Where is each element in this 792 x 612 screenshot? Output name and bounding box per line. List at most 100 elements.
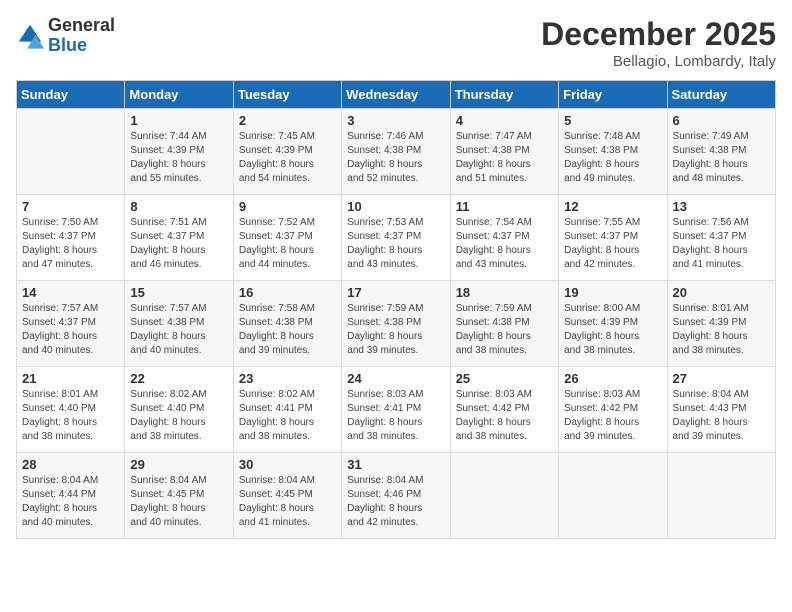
day-info: Sunrise: 8:03 AMSunset: 4:42 PMDaylight:…	[564, 388, 661, 444]
day-number: 24	[347, 371, 444, 386]
day-info: Sunrise: 7:56 AMSunset: 4:37 PMDaylight:…	[673, 216, 770, 272]
calendar-cell: 25 Sunrise: 8:03 AMSunset: 4:42 PMDayligh…	[450, 367, 558, 453]
header-row: SundayMondayTuesdayWednesdayThursdayFrid…	[17, 81, 776, 109]
calendar-cell: 4 Sunrise: 7:47 AMSunset: 4:38 PMDaylight…	[450, 109, 558, 195]
calendar-cell: 30 Sunrise: 8:04 AMSunset: 4:45 PMDayligh…	[233, 453, 341, 539]
calendar-cell: 3 Sunrise: 7:46 AMSunset: 4:38 PMDaylight…	[342, 109, 450, 195]
calendar-cell: 1 Sunrise: 7:44 AMSunset: 4:39 PMDaylight…	[125, 109, 233, 195]
day-number: 18	[456, 285, 553, 300]
calendar-cell: 9 Sunrise: 7:52 AMSunset: 4:37 PMDaylight…	[233, 195, 341, 281]
day-number: 30	[239, 457, 336, 472]
calendar-cell: 6 Sunrise: 7:49 AMSunset: 4:38 PMDaylight…	[667, 109, 775, 195]
day-info: Sunrise: 7:52 AMSunset: 4:37 PMDaylight:…	[239, 216, 336, 272]
calendar-cell	[667, 453, 775, 539]
day-number: 19	[564, 285, 661, 300]
day-number: 12	[564, 199, 661, 214]
day-number: 22	[130, 371, 227, 386]
day-info: Sunrise: 7:55 AMSunset: 4:37 PMDaylight:…	[564, 216, 661, 272]
logo-text: General Blue	[48, 16, 115, 56]
calendar-cell: 17Sunrise: 7:59 AMSunset: 4:38 PMDayligh…	[342, 281, 450, 367]
day-number: 29	[130, 457, 227, 472]
calendar-cell: 27 Sunrise: 8:04 AMSunset: 4:43 PMDayligh…	[667, 367, 775, 453]
day-info: Sunrise: 7:49 AMSunset: 4:38 PMDaylight:…	[673, 130, 770, 186]
logo-general-text: General	[48, 16, 115, 36]
day-info: Sunrise: 8:02 AMSunset: 4:40 PMDaylight:…	[130, 388, 227, 444]
calendar-cell: 18 Sunrise: 7:59 AMSunset: 4:38 PMDayligh…	[450, 281, 558, 367]
calendar-cell: 12 Sunrise: 7:55 AMSunset: 4:37 PMDayligh…	[559, 195, 667, 281]
calendar-cell	[450, 453, 558, 539]
calendar-cell: 29Sunrise: 8:04 AMSunset: 4:45 PMDayligh…	[125, 453, 233, 539]
day-number: 4	[456, 113, 553, 128]
day-info: Sunrise: 7:45 AMSunset: 4:39 PMDaylight:…	[239, 130, 336, 186]
day-info: Sunrise: 7:54 AMSunset: 4:37 PMDaylight:…	[456, 216, 553, 272]
day-info: Sunrise: 7:46 AMSunset: 4:38 PMDaylight:…	[347, 130, 444, 186]
day-number: 20	[673, 285, 770, 300]
day-number: 5	[564, 113, 661, 128]
header-day: Wednesday	[342, 81, 450, 109]
day-info: Sunrise: 8:04 AMSunset: 4:43 PMDaylight:…	[673, 388, 770, 444]
day-number: 8	[130, 199, 227, 214]
day-info: Sunrise: 7:59 AMSunset: 4:38 PMDaylight:…	[456, 302, 553, 358]
day-number: 13	[673, 199, 770, 214]
day-number: 3	[347, 113, 444, 128]
day-number: 9	[239, 199, 336, 214]
day-number: 31	[347, 457, 444, 472]
day-info: Sunrise: 8:02 AMSunset: 4:41 PMDaylight:…	[239, 388, 336, 444]
day-info: Sunrise: 7:57 AMSunset: 4:37 PMDaylight:…	[22, 302, 119, 358]
calendar-cell: 5Sunrise: 7:48 AMSunset: 4:38 PMDaylight…	[559, 109, 667, 195]
calendar-cell: 14 Sunrise: 7:57 AMSunset: 4:37 PMDayligh…	[17, 281, 125, 367]
calendar-cell: 7Sunrise: 7:50 AMSunset: 4:37 PMDaylight…	[17, 195, 125, 281]
calendar-table: SundayMondayTuesdayWednesdayThursdayFrid…	[16, 80, 776, 539]
day-info: Sunrise: 7:53 AMSunset: 4:37 PMDaylight:…	[347, 216, 444, 272]
day-number: 15	[130, 285, 227, 300]
calendar-week-row: 14 Sunrise: 7:57 AMSunset: 4:37 PMDayligh…	[17, 281, 776, 367]
calendar-week-row: 1 Sunrise: 7:44 AMSunset: 4:39 PMDaylight…	[17, 109, 776, 195]
calendar-cell: 2 Sunrise: 7:45 AMSunset: 4:39 PMDaylight…	[233, 109, 341, 195]
logo-icon	[16, 22, 44, 50]
day-number: 25	[456, 371, 553, 386]
day-info: Sunrise: 7:57 AMSunset: 4:38 PMDaylight:…	[130, 302, 227, 358]
day-info: Sunrise: 7:51 AMSunset: 4:37 PMDaylight:…	[130, 216, 227, 272]
calendar-cell: 8 Sunrise: 7:51 AMSunset: 4:37 PMDaylight…	[125, 195, 233, 281]
calendar-cell: 21Sunrise: 8:01 AMSunset: 4:40 PMDayligh…	[17, 367, 125, 453]
header-day: Thursday	[450, 81, 558, 109]
day-info: Sunrise: 8:04 AMSunset: 4:46 PMDaylight:…	[347, 474, 444, 530]
day-info: Sunrise: 8:00 AMSunset: 4:39 PMDaylight:…	[564, 302, 661, 358]
calendar-week-row: 28Sunrise: 8:04 AMSunset: 4:44 PMDayligh…	[17, 453, 776, 539]
day-number: 23	[239, 371, 336, 386]
logo: General Blue	[16, 16, 115, 56]
day-info: Sunrise: 7:58 AMSunset: 4:38 PMDaylight:…	[239, 302, 336, 358]
header-day: Monday	[125, 81, 233, 109]
calendar-cell: 26Sunrise: 8:03 AMSunset: 4:42 PMDayligh…	[559, 367, 667, 453]
calendar-cell: 23 Sunrise: 8:02 AMSunset: 4:41 PMDayligh…	[233, 367, 341, 453]
day-info: Sunrise: 8:03 AMSunset: 4:42 PMDaylight:…	[456, 388, 553, 444]
day-info: Sunrise: 8:04 AMSunset: 4:44 PMDaylight:…	[22, 474, 119, 530]
day-info: Sunrise: 8:04 AMSunset: 4:45 PMDaylight:…	[239, 474, 336, 530]
day-number: 17	[347, 285, 444, 300]
logo-blue-text: Blue	[48, 36, 115, 56]
location: Bellagio, Lombardy, Italy	[541, 53, 776, 70]
calendar-cell: 24Sunrise: 8:03 AMSunset: 4:41 PMDayligh…	[342, 367, 450, 453]
day-info: Sunrise: 7:47 AMSunset: 4:38 PMDaylight:…	[456, 130, 553, 186]
day-number: 6	[673, 113, 770, 128]
header-day: Saturday	[667, 81, 775, 109]
day-number: 27	[673, 371, 770, 386]
page-header: General Blue December 2025 Bellagio, Lom…	[16, 16, 776, 70]
day-number: 14	[22, 285, 119, 300]
day-number: 10	[347, 199, 444, 214]
day-number: 2	[239, 113, 336, 128]
day-number: 21	[22, 371, 119, 386]
calendar-cell: 16Sunrise: 7:58 AMSunset: 4:38 PMDayligh…	[233, 281, 341, 367]
calendar-week-row: 7Sunrise: 7:50 AMSunset: 4:37 PMDaylight…	[17, 195, 776, 281]
calendar-cell	[17, 109, 125, 195]
day-info: Sunrise: 7:50 AMSunset: 4:37 PMDaylight:…	[22, 216, 119, 272]
calendar-cell: 31 Sunrise: 8:04 AMSunset: 4:46 PMDayligh…	[342, 453, 450, 539]
day-info: Sunrise: 7:44 AMSunset: 4:39 PMDaylight:…	[130, 130, 227, 186]
title-block: December 2025 Bellagio, Lombardy, Italy	[541, 16, 776, 70]
day-number: 1	[130, 113, 227, 128]
month-title: December 2025	[541, 16, 776, 53]
calendar-cell: 11 Sunrise: 7:54 AMSunset: 4:37 PMDayligh…	[450, 195, 558, 281]
calendar-cell	[559, 453, 667, 539]
day-number: 11	[456, 199, 553, 214]
calendar-cell: 15 Sunrise: 7:57 AMSunset: 4:38 PMDayligh…	[125, 281, 233, 367]
